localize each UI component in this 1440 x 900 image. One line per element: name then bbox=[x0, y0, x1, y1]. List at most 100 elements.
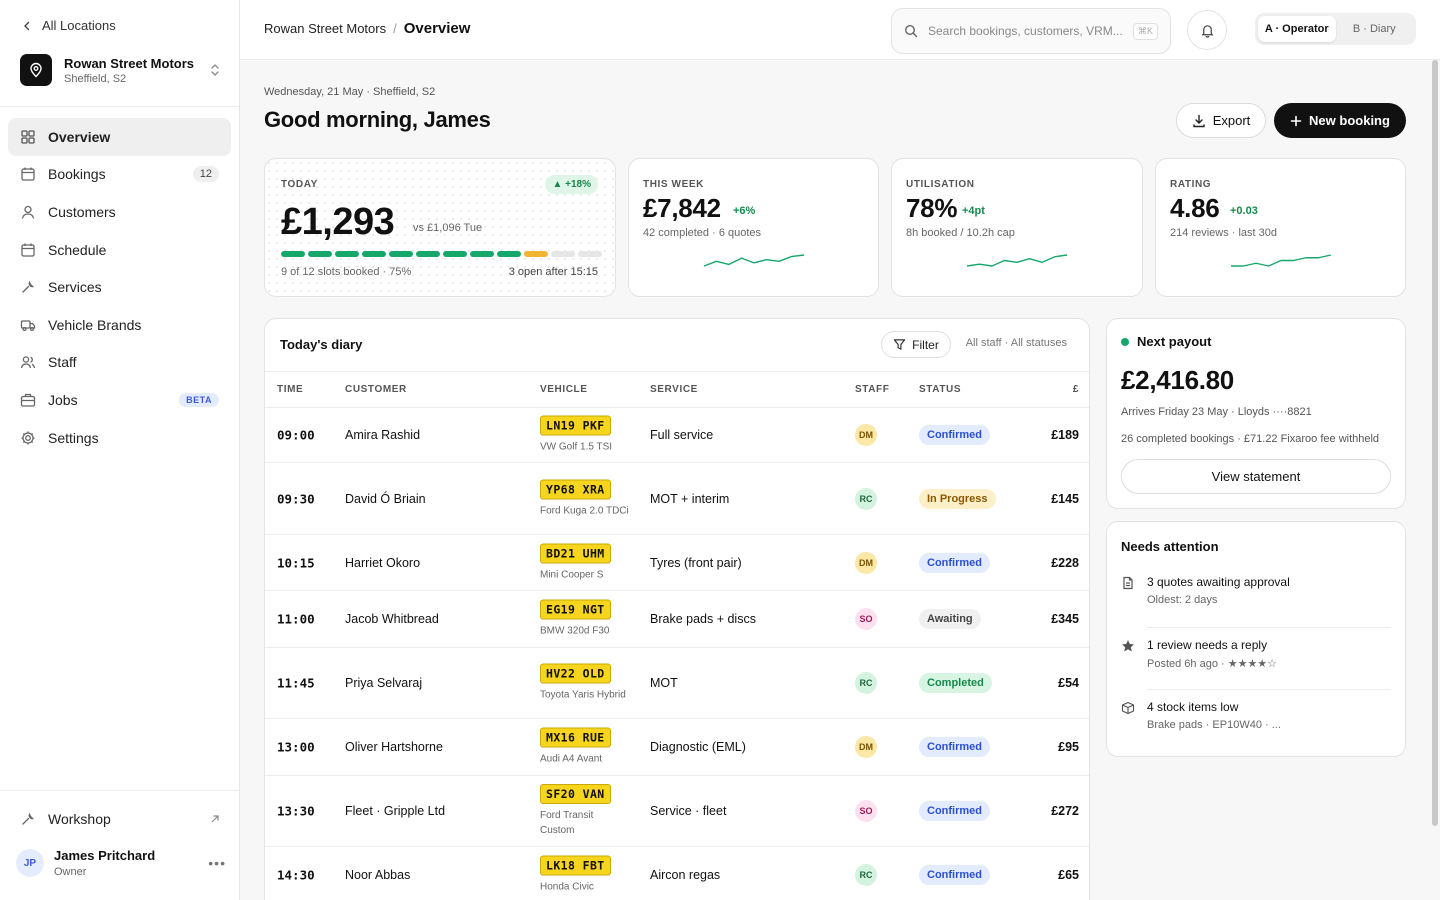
status-badge: In Progress bbox=[919, 488, 996, 509]
today-revenue: £1,293 bbox=[281, 201, 395, 243]
sidebar-item-bookings[interactable]: Bookings 12 bbox=[8, 156, 231, 194]
export-button[interactable]: Export bbox=[1176, 103, 1266, 138]
slot-segment bbox=[281, 251, 305, 257]
week-sparkline bbox=[703, 254, 805, 267]
staff-avatar: RC bbox=[855, 672, 877, 694]
vehicle-model: Toyota Yaris Hybrid bbox=[540, 689, 626, 701]
chevron-up-down-icon bbox=[210, 63, 220, 77]
col-amount[interactable]: £ bbox=[1073, 384, 1079, 395]
table-row[interactable]: 09:00 Amira Rashid LN19 PKF VW Golf 1.5 … bbox=[265, 408, 1089, 463]
user-icon bbox=[20, 204, 36, 220]
week-label: THIS WEEK bbox=[643, 179, 704, 190]
row-time: 14:30 bbox=[277, 867, 315, 883]
vehicle-model: Ford Kuga 2.0 TDCi bbox=[540, 505, 629, 516]
row-vehicle: HV22 OLD Toyota Yaris Hybrid bbox=[540, 663, 630, 703]
staff-avatar: DM bbox=[855, 424, 877, 446]
staff-avatar: SO bbox=[855, 608, 877, 630]
attention-item-sub: Posted 6h ago · ★★★★☆ bbox=[1147, 658, 1278, 670]
table-row[interactable]: 13:00 Oliver Hartshorne MX16 RUE Audi A4… bbox=[265, 719, 1089, 776]
table-header: TIME CUSTOMER VEHICLE SERVICE STAFF STAT… bbox=[265, 371, 1089, 408]
row-customer: Oliver Hartshorne bbox=[345, 740, 443, 754]
view-statement-button[interactable]: View statement bbox=[1121, 459, 1391, 494]
attention-item[interactable]: 1 review needs a reply Posted 6h ago · ★… bbox=[1121, 638, 1391, 670]
breadcrumb-location[interactable]: Rowan Street Motors bbox=[264, 21, 386, 36]
row-service: Service · fleet bbox=[650, 804, 727, 818]
staff-avatar: RC bbox=[855, 487, 877, 510]
diary-view-button[interactable]: B · Diary bbox=[1336, 16, 1414, 42]
open-slots-text: 3 open after 15:15 bbox=[508, 266, 598, 278]
user-name: James Pritchard bbox=[54, 848, 156, 863]
scrollbar[interactable] bbox=[1432, 60, 1438, 826]
sidebar-item-label: Customers bbox=[48, 203, 116, 220]
location-switcher[interactable]: Rowan Street Motors Sheffield, S2 bbox=[20, 52, 220, 88]
row-service: Diagnostic (EML) bbox=[650, 740, 746, 754]
sidebar-item-schedule[interactable]: Schedule bbox=[8, 231, 231, 269]
table-row[interactable]: 11:45 Priya Selvaraj HV22 OLD Toyota Yar… bbox=[265, 648, 1089, 719]
slot-segment bbox=[442, 251, 467, 257]
attention-item[interactable]: 3 quotes awaiting approval Oldest: 2 day… bbox=[1121, 575, 1391, 606]
slot-segment bbox=[307, 251, 332, 257]
sidebar-item-label: Schedule bbox=[48, 241, 107, 258]
date-line: Wednesday, 21 May · Sheffield, S2 bbox=[264, 86, 436, 98]
operator-view-button[interactable]: A · Operator bbox=[1258, 16, 1336, 42]
todays-diary-panel: Today's diary Filter All staff · All sta… bbox=[264, 318, 1090, 900]
number-plate: SF20 VAN bbox=[540, 784, 611, 804]
slot-segment bbox=[361, 251, 386, 257]
row-customer: David Ó Briain bbox=[345, 491, 426, 506]
col-time[interactable]: TIME bbox=[277, 384, 303, 395]
sidebar-item-services[interactable]: Services bbox=[8, 268, 231, 306]
search-input[interactable]: Search bookings, customers, VRM... ⌘K bbox=[891, 8, 1171, 54]
rating-sub: 214 reviews · last 30d bbox=[1170, 227, 1277, 239]
greeting-heading: Good morning, James bbox=[264, 107, 491, 132]
rating-value: 4.86 bbox=[1170, 193, 1220, 223]
row-service: MOT bbox=[650, 676, 678, 690]
sidebar-item-jobs[interactable]: Jobs BETA bbox=[8, 381, 231, 419]
users-icon bbox=[20, 354, 36, 370]
sparkline-line bbox=[703, 254, 805, 267]
page-title: Overview bbox=[403, 20, 471, 37]
location-area: Sheffield, S2 bbox=[64, 72, 127, 85]
table-row[interactable]: 09:30 David Ó Briain YP68 XRA Ford Kuga … bbox=[265, 463, 1089, 535]
briefcase-icon bbox=[20, 392, 36, 408]
status-dot bbox=[1121, 338, 1129, 346]
notifications-button[interactable] bbox=[1187, 10, 1227, 50]
sidebar-item-staff[interactable]: Staff bbox=[8, 344, 231, 382]
all-locations-link[interactable]: All Locations bbox=[22, 18, 116, 33]
filter-button[interactable]: Filter bbox=[881, 331, 951, 358]
table-row[interactable]: 14:30 Noor Abbas LK18 FBT Honda Civic Ai… bbox=[265, 847, 1089, 900]
number-plate: LN19 PKF bbox=[540, 415, 611, 436]
sidebar-item-overview[interactable]: Overview bbox=[8, 118, 231, 156]
table-row[interactable]: 13:30 Fleet · Gripple Ltd SF20 VAN Ford … bbox=[265, 776, 1089, 847]
row-customer: Priya Selvaraj bbox=[345, 676, 423, 690]
week-delta: +6% bbox=[733, 205, 756, 217]
attention-item[interactable]: 4 stock items low Brake pads · EP10W40 ·… bbox=[1121, 700, 1391, 731]
sidebar-item-settings[interactable]: Settings bbox=[8, 419, 231, 457]
vehicle-model: BMW 320d F30 bbox=[540, 625, 610, 637]
beta-badge: BETA bbox=[179, 392, 219, 407]
utilisation-sparkline bbox=[966, 254, 1068, 267]
table-row[interactable]: 10:15 Harriet Okoro BD21 UHM Mini Cooper… bbox=[265, 535, 1089, 591]
sidebar-item-customers[interactable]: Customers bbox=[8, 193, 231, 231]
slot-progress-bar bbox=[281, 251, 602, 257]
rating-delta: +0.03 bbox=[1230, 205, 1258, 217]
table-row[interactable]: 11:00 Jacob Whitbread EG19 NGT BMW 320d … bbox=[265, 591, 1089, 648]
vehicle-model: Ford Transit Custom bbox=[540, 810, 594, 836]
sidebar-item-vehicle-brands[interactable]: Vehicle Brands bbox=[8, 306, 231, 344]
sidebar-item-label: Services bbox=[48, 279, 102, 296]
col-vehicle[interactable]: VEHICLE bbox=[540, 384, 588, 395]
col-status[interactable]: STATUS bbox=[919, 384, 961, 395]
col-service[interactable]: SERVICE bbox=[650, 384, 698, 395]
week-kpi-card: THIS WEEK £7,842 +6% 42 completed · 6 qu… bbox=[628, 158, 879, 297]
more-options-icon[interactable]: ••• bbox=[208, 855, 226, 871]
slot-segment bbox=[334, 251, 359, 257]
col-staff[interactable]: STAFF bbox=[855, 384, 889, 395]
col-customer[interactable]: CUSTOMER bbox=[345, 384, 407, 395]
user-profile[interactable]: JP James Pritchard Owner ••• bbox=[16, 848, 226, 878]
sidebar-bottom-divider bbox=[0, 790, 239, 791]
workshop-link[interactable]: Workshop bbox=[20, 808, 220, 830]
status-badge: Confirmed bbox=[919, 865, 990, 885]
wrench-icon bbox=[20, 811, 36, 827]
location-pin-icon bbox=[20, 54, 52, 86]
number-plate: BD21 UHM bbox=[540, 543, 611, 563]
new-booking-button[interactable]: New booking bbox=[1274, 103, 1406, 138]
